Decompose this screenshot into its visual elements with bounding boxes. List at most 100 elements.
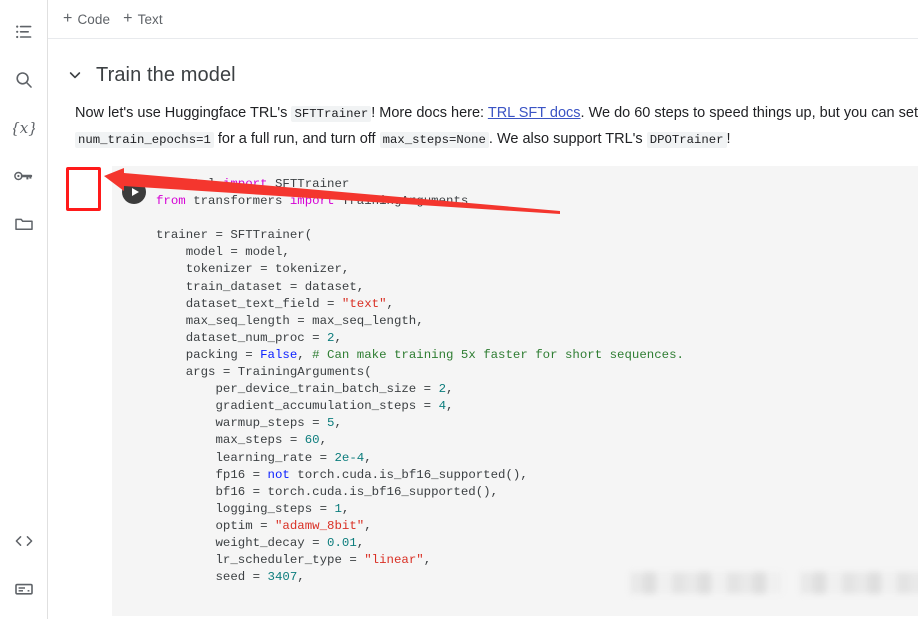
code-token: , [446, 382, 454, 397]
code-line: from trl import SFTTrainer [156, 176, 918, 193]
code-token: , [423, 553, 432, 568]
code-line: bf16 = torch.cuda.is_bf16_supported(), [156, 484, 918, 501]
redacted-region [630, 572, 782, 594]
code-token: 2 [438, 382, 446, 397]
code-token: 0.01 [327, 535, 357, 550]
notebook-main-pane: + Code + Text Train the model Now let's … [48, 0, 918, 619]
redacted-region [800, 572, 918, 594]
code-token: 1 [334, 501, 342, 516]
page-title: Train the model [96, 63, 236, 86]
code-line: model = model, [156, 244, 918, 261]
code-token: "adamw_8bit" [274, 518, 365, 533]
plus-icon: + [63, 10, 73, 27]
code-line: dataset_num_proc = 2, [156, 330, 918, 347]
code-token: SFTTrainer [275, 177, 350, 191]
code-token: seed = [156, 570, 268, 585]
code-token: 60 [304, 433, 320, 448]
code-token: , [364, 518, 372, 533]
folder-icon[interactable] [0, 200, 48, 248]
chevron-down-icon[interactable] [64, 64, 86, 86]
code-token: train_dataset = dataset, [156, 279, 365, 294]
code-token: False [260, 347, 298, 362]
code-token: torch.cuda.is_bf16_supported(), [297, 467, 528, 482]
code-token: lr_scheduler_type = [156, 553, 365, 568]
add-code-cell-button[interactable]: + Code [59, 8, 119, 30]
notebook-toolbar: + Code + Text [48, 0, 918, 39]
code-token: trl [193, 177, 223, 191]
run-cell-button[interactable] [122, 180, 146, 204]
code-token: from [156, 177, 194, 191]
code-token: per_device_train_batch_size = [156, 382, 439, 397]
variables-icon[interactable]: {x} [0, 104, 48, 152]
code-token: TrainingArguments [341, 194, 469, 209]
code-token: optim = [156, 518, 275, 533]
code-line: packing = False, # Can make training 5x … [156, 347, 918, 364]
code-token: packing = [156, 347, 261, 362]
code-token: warmup_steps = [156, 416, 328, 431]
code-token: 3407 [267, 570, 298, 585]
paragraph-text: ! [726, 131, 731, 147]
inline-code-sfttrainer: SFTTrainer [291, 106, 372, 122]
paragraph-text: Now let's use Huggingface TRL's [75, 105, 292, 121]
code-token: bf16 = torch.cuda.is_bf16_supported(), [156, 484, 499, 499]
code-token: gradient_accumulation_steps = [156, 399, 439, 414]
code-token: 4 [438, 399, 446, 414]
code-token: max_steps = [156, 433, 305, 448]
section-header: Train the model [48, 39, 918, 93]
code-token: trainer = SFTTrainer( [156, 228, 313, 243]
code-token: , [341, 501, 350, 516]
plus-icon: + [123, 10, 133, 27]
code-line: lr_scheduler_type = "linear", [156, 552, 918, 569]
trl-sft-docs-link[interactable]: TRL SFT docs [488, 105, 581, 121]
code-line: warmup_steps = 5, [156, 415, 918, 432]
code-snippets-icon[interactable] [0, 517, 48, 565]
code-cell-gutter [112, 166, 156, 616]
code-line: fp16 = not torch.cuda.is_bf16_supported(… [156, 467, 918, 484]
terminal-icon[interactable] [0, 565, 48, 613]
code-line: logging_steps = 1, [156, 501, 918, 518]
svg-text:{x}: {x} [13, 119, 35, 137]
paragraph-text: ! More docs here: [371, 105, 488, 121]
code-token: weight_decay = [156, 535, 328, 550]
code-token: fp16 = [156, 467, 268, 482]
code-editor[interactable]: from trl import SFTTrainer from transform… [156, 166, 918, 616]
code-token: , [364, 450, 372, 465]
code-token: learning_rate = [156, 450, 335, 465]
colab-notebook-screen: {x} [0, 0, 918, 619]
code-line: max_steps = 60, [156, 432, 918, 449]
play-icon [131, 188, 139, 196]
table-of-contents-icon[interactable] [0, 8, 48, 56]
code-token: , [334, 416, 342, 431]
code-token: "text" [341, 296, 387, 311]
code-line: from transformers import TrainingArgumen… [156, 193, 918, 210]
code-token: , [356, 535, 365, 550]
search-icon[interactable] [0, 56, 48, 104]
code-token: , [446, 399, 454, 414]
code-line: gradient_accumulation_steps = 4, [156, 398, 918, 415]
paragraph-text: . We also support TRL's [488, 131, 647, 147]
code-token: max_seq_length = max_seq_length, [156, 313, 424, 328]
key-icon[interactable] [0, 152, 48, 200]
paragraph-line-1: Now let's use Huggingface TRL's SFTTrain… [75, 101, 918, 127]
add-text-cell-button[interactable]: + Text [119, 8, 172, 30]
code-token: "linear" [364, 553, 424, 568]
rail-top-group: {x} [0, 0, 47, 248]
add-text-cell-label: Text [137, 11, 163, 27]
code-line: weight_decay = 0.01, [156, 535, 918, 552]
markdown-paragraph: Now let's use Huggingface TRL's SFTTrain… [48, 93, 918, 153]
code-token: from [156, 194, 194, 209]
code-token: dataset_text_field = [156, 296, 342, 311]
add-code-cell-label: Code [77, 11, 111, 27]
code-token: logging_steps = [156, 501, 335, 516]
paragraph-line-2: num_train_epochs=1 for a full run, and t… [75, 127, 898, 153]
code-cell[interactable]: from trl import SFTTrainer from transform… [112, 166, 918, 616]
code-token: dataset_num_proc = [156, 330, 328, 345]
code-token: model = model, [156, 245, 290, 260]
code-line: train_dataset = dataset, [156, 279, 918, 296]
code-token: # Can make training 5x faster for short … [312, 347, 684, 362]
paragraph-text: . We do 60 steps to speed things up, but… [580, 105, 918, 121]
code-token: , [334, 330, 342, 345]
paragraph-text: for a full run, and turn off [213, 131, 380, 147]
code-token: import [289, 194, 342, 209]
